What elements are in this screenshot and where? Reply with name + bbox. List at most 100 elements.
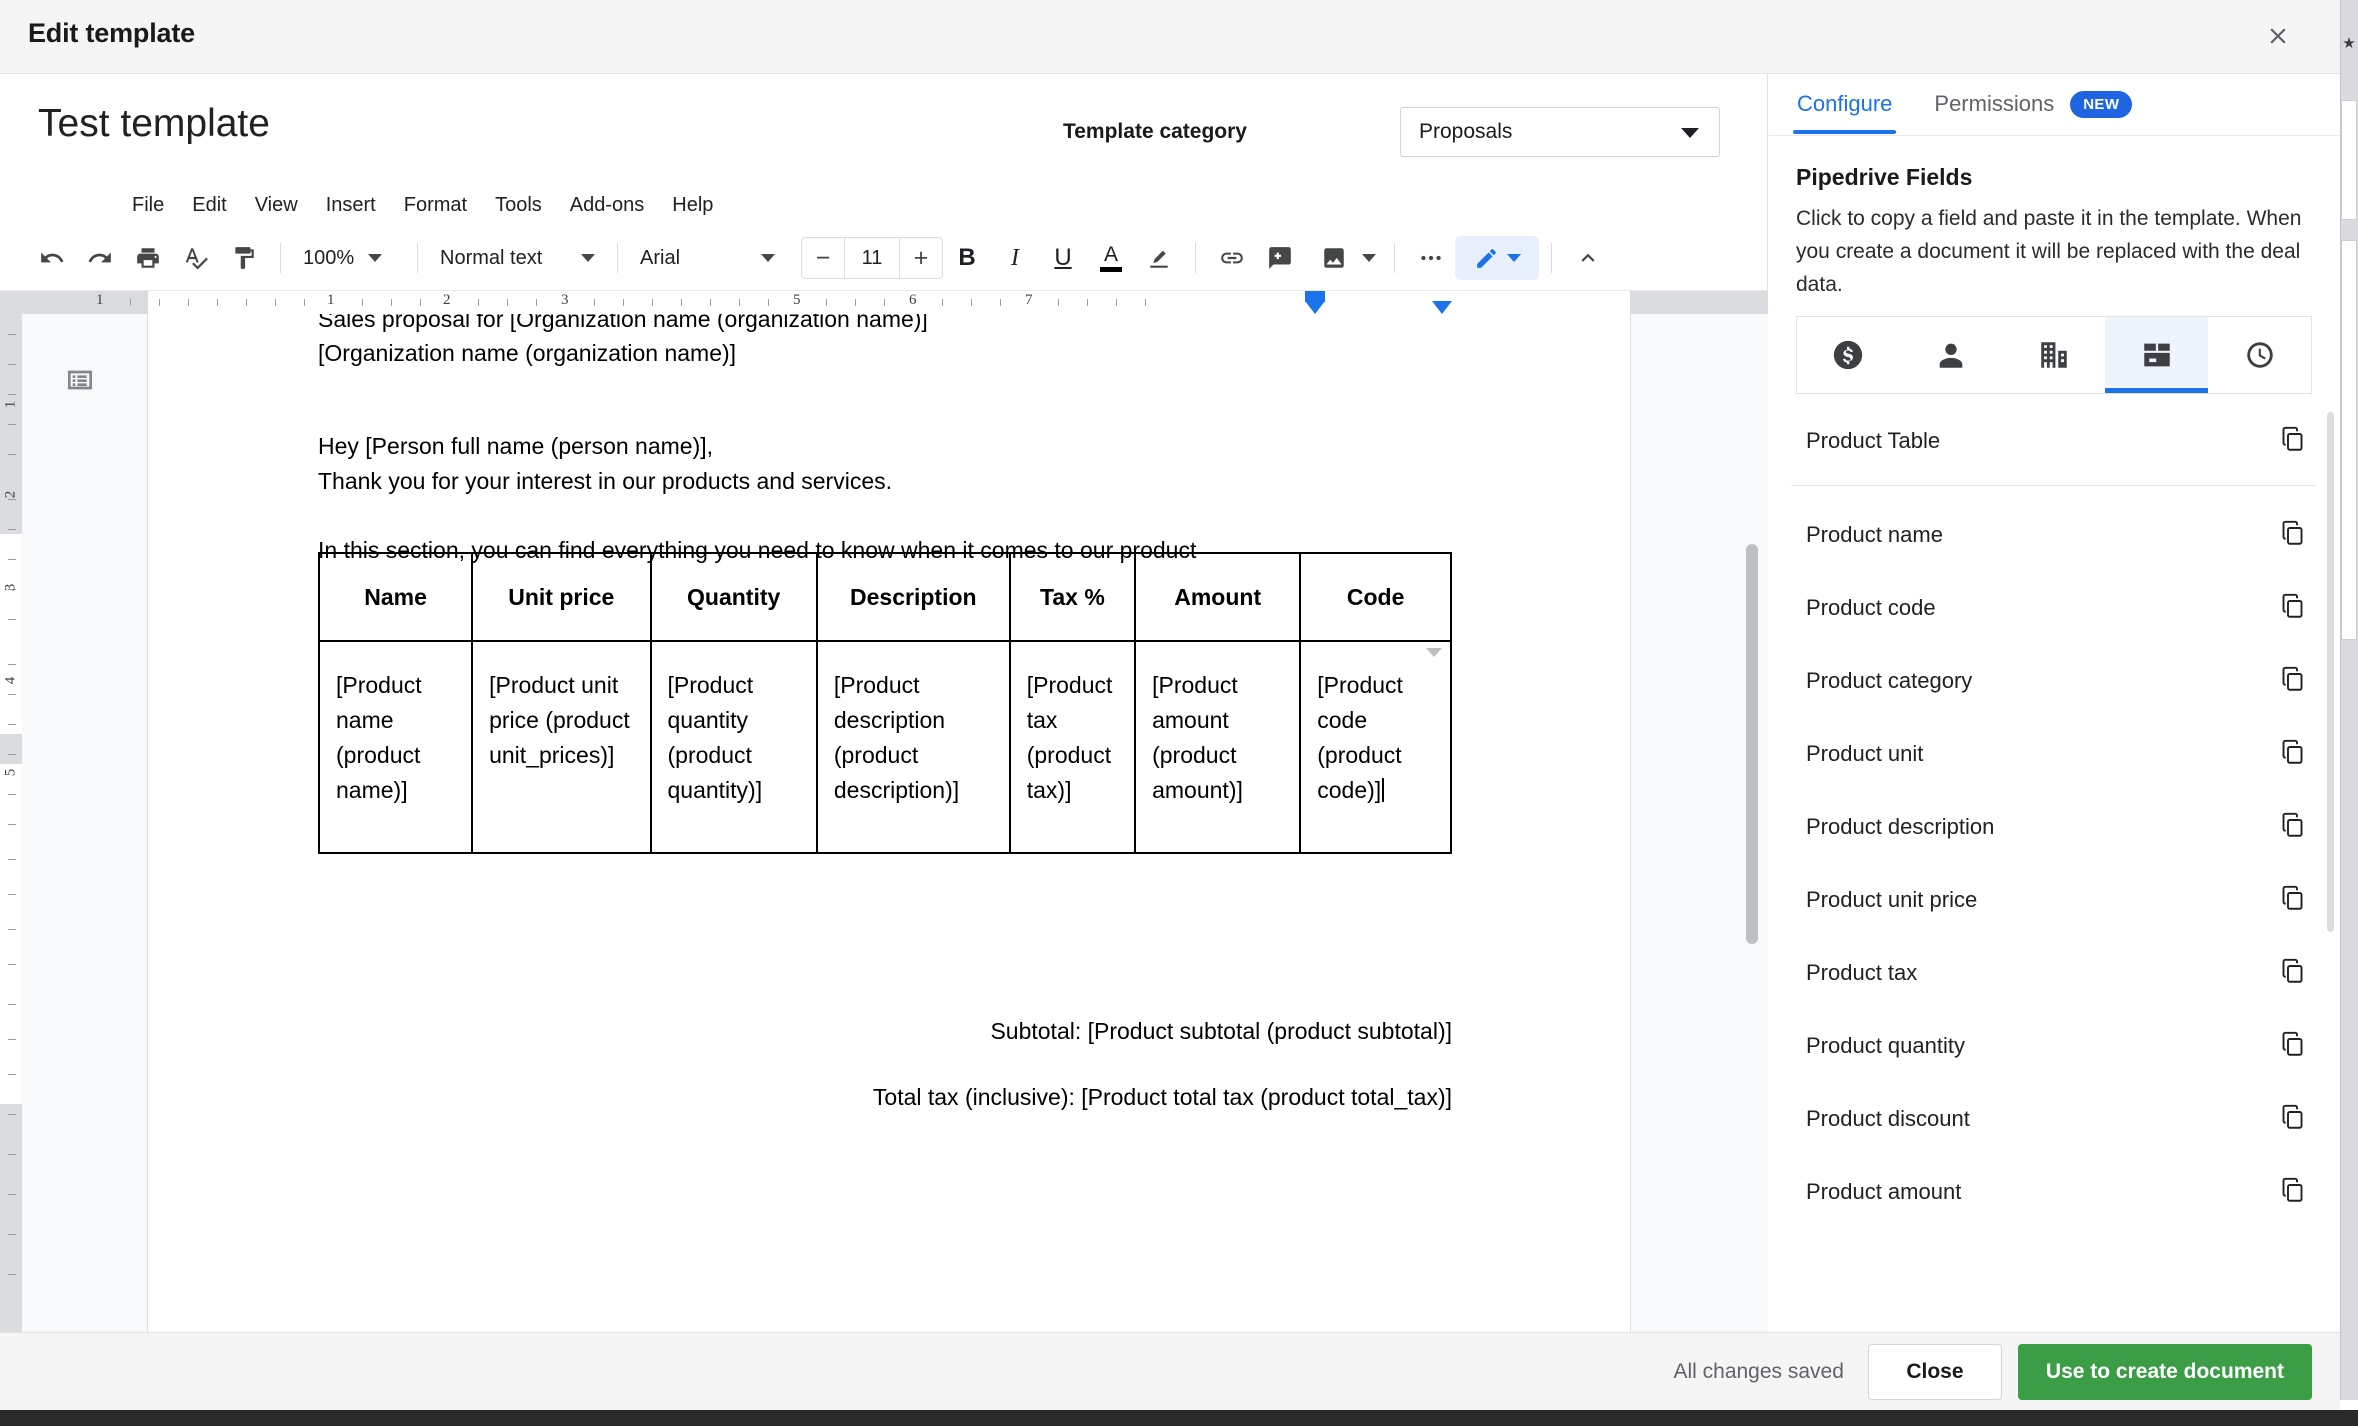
- field-row-product-amount[interactable]: Product amount: [1769, 1155, 2340, 1228]
- copy-icon[interactable]: [2279, 519, 2306, 551]
- table-cell[interactable]: [Product description (product descriptio…: [815, 640, 1011, 854]
- field-row-product-tax[interactable]: Product tax: [1769, 936, 2340, 1009]
- ruler-number: 5: [793, 292, 801, 308]
- vruler-number: 4: [2, 676, 19, 685]
- font-size-input[interactable]: 11: [844, 238, 900, 278]
- table-column-menu-icon[interactable]: [1426, 648, 1442, 657]
- copy-icon[interactable]: [2279, 1030, 2306, 1062]
- text-color-glyph: A: [1103, 243, 1118, 266]
- ruler-number: 3: [561, 292, 569, 308]
- doc-line-hey: Hey [Person full name (person name)],: [318, 433, 714, 459]
- menu-view[interactable]: View: [243, 189, 310, 222]
- document-page[interactable]: Sales proposal for [Organization name (o…: [148, 314, 1630, 1332]
- panel-scrollbar[interactable]: [2327, 412, 2334, 932]
- doc-line-sales-proposal: Sales proposal for [Organization name (o…: [318, 314, 928, 332]
- table-cell[interactable]: [Product amount (product amount)]: [1134, 640, 1302, 854]
- highlight-icon[interactable]: [1135, 236, 1183, 280]
- table-cell[interactable]: [Product unit price (product unit_prices…: [471, 640, 652, 854]
- copy-icon[interactable]: [2279, 957, 2306, 989]
- chevron-down-icon: [761, 254, 775, 262]
- deal-dollar-icon[interactable]: [1797, 317, 1900, 393]
- field-row-product-unit-price[interactable]: Product unit price: [1769, 863, 2340, 936]
- person-icon[interactable]: [1900, 317, 2003, 393]
- document-title[interactable]: Test template: [38, 102, 270, 146]
- close-icon[interactable]: [2256, 14, 2300, 58]
- total-tax-line: Total tax (inclusive): [Product total ta…: [872, 1084, 1452, 1110]
- undo-icon[interactable]: [28, 236, 76, 280]
- collapse-toolbar-icon[interactable]: [1564, 236, 1612, 280]
- field-row-product-description[interactable]: Product description: [1769, 790, 2340, 863]
- font-size-increase-button[interactable]: +: [900, 238, 942, 278]
- tab-permissions[interactable]: Permissions: [1930, 77, 2058, 133]
- more-options-icon[interactable]: [1407, 236, 1455, 280]
- font-size-stepper[interactable]: − 11 +: [801, 237, 943, 279]
- spellcheck-icon[interactable]: [172, 236, 220, 280]
- pipedrive-field-list[interactable]: Product Table Product name Product code …: [1769, 404, 2340, 1304]
- menu-tools[interactable]: Tools: [483, 189, 554, 222]
- tab-configure[interactable]: Configure: [1793, 77, 1897, 134]
- link-icon[interactable]: [1208, 236, 1256, 280]
- use-to-create-document-button[interactable]: Use to create document: [2017, 1343, 2312, 1400]
- menu-file[interactable]: File: [120, 189, 176, 222]
- field-row-product-table[interactable]: Product Table: [1769, 404, 2340, 477]
- field-row-product-discount[interactable]: Product discount: [1769, 1082, 2340, 1155]
- menu-format[interactable]: Format: [392, 189, 479, 222]
- menu-insert[interactable]: Insert: [314, 189, 388, 222]
- table-cell[interactable]: [Product tax (product tax)]: [1008, 640, 1137, 854]
- copy-icon[interactable]: [2279, 425, 2306, 457]
- horizontal-ruler[interactable]: 1 1 2 3 5 6 7: [0, 290, 1768, 314]
- ruler-right-indent-marker[interactable]: [1432, 301, 1452, 314]
- print-icon[interactable]: [124, 236, 172, 280]
- chevron-down-icon: [1362, 254, 1376, 262]
- close-button[interactable]: Close: [1867, 1343, 2002, 1400]
- table-cell[interactable]: [Product name (product name)]: [317, 640, 474, 854]
- ruler-left-indent-marker[interactable]: [1305, 301, 1325, 314]
- template-category-select[interactable]: Proposals: [1400, 107, 1720, 157]
- document-scrollbar[interactable]: [1746, 544, 1758, 944]
- menu-help[interactable]: Help: [660, 189, 725, 222]
- field-row-product-category[interactable]: Product category: [1769, 644, 2340, 717]
- insert-image-button[interactable]: [1304, 236, 1382, 280]
- field-row-product-unit[interactable]: Product unit: [1769, 717, 2340, 790]
- italic-button[interactable]: I: [991, 236, 1039, 280]
- font-family-select[interactable]: Arial: [630, 236, 785, 280]
- table-cell-code[interactable]: [Product code (product code)]: [1299, 640, 1452, 854]
- copy-icon[interactable]: [2279, 1176, 2306, 1208]
- editing-mode-button[interactable]: [1455, 236, 1539, 280]
- new-badge: NEW: [2070, 91, 2133, 118]
- copy-icon[interactable]: [2279, 592, 2306, 624]
- document-outline-icon[interactable]: [54, 354, 106, 406]
- paint-format-icon[interactable]: [220, 236, 268, 280]
- table-cell[interactable]: [Product quantity (product quantity)]: [649, 640, 818, 854]
- copy-icon[interactable]: [2279, 738, 2306, 770]
- menu-add-ons[interactable]: Add-ons: [558, 189, 657, 222]
- activity-clock-icon[interactable]: [2208, 317, 2311, 393]
- copy-icon[interactable]: [2279, 665, 2306, 697]
- copy-icon[interactable]: [2279, 811, 2306, 843]
- field-row-product-name[interactable]: Product name: [1769, 498, 2340, 571]
- text-color-button[interactable]: A: [1087, 236, 1135, 280]
- field-row-product-quantity[interactable]: Product quantity: [1769, 1009, 2340, 1082]
- entity-icon-tabs: [1796, 316, 2312, 394]
- table-row[interactable]: [Product name (product name)] [Product u…: [317, 640, 1452, 854]
- pencil-icon: [1476, 248, 1496, 268]
- underline-button[interactable]: U: [1039, 236, 1087, 280]
- copy-icon[interactable]: [2279, 884, 2306, 916]
- toolbar-divider-4: [1195, 243, 1196, 273]
- field-row-product-code[interactable]: Product code: [1769, 571, 2340, 644]
- redo-icon[interactable]: [76, 236, 124, 280]
- ruler-number: 7: [1025, 292, 1033, 308]
- edit-template-modal: Edit template ★ Test template Template c…: [0, 0, 2358, 1426]
- product-table[interactable]: Name Unit price Quantity Description Tax…: [317, 552, 1452, 854]
- paragraph-style-select[interactable]: Normal text: [430, 236, 605, 280]
- add-comment-icon[interactable]: [1256, 236, 1304, 280]
- bold-button[interactable]: B: [943, 236, 991, 280]
- product-box-icon[interactable]: [2105, 317, 2209, 393]
- menu-edit[interactable]: Edit: [180, 189, 238, 222]
- organization-building-icon[interactable]: [2003, 317, 2106, 393]
- font-size-decrease-button[interactable]: −: [802, 238, 844, 278]
- vertical-ruler[interactable]: 1 2 3 4 5: [0, 314, 22, 1332]
- zoom-select[interactable]: 100%: [293, 236, 405, 280]
- table-header-cell: Unit price: [471, 552, 652, 642]
- copy-icon[interactable]: [2279, 1103, 2306, 1135]
